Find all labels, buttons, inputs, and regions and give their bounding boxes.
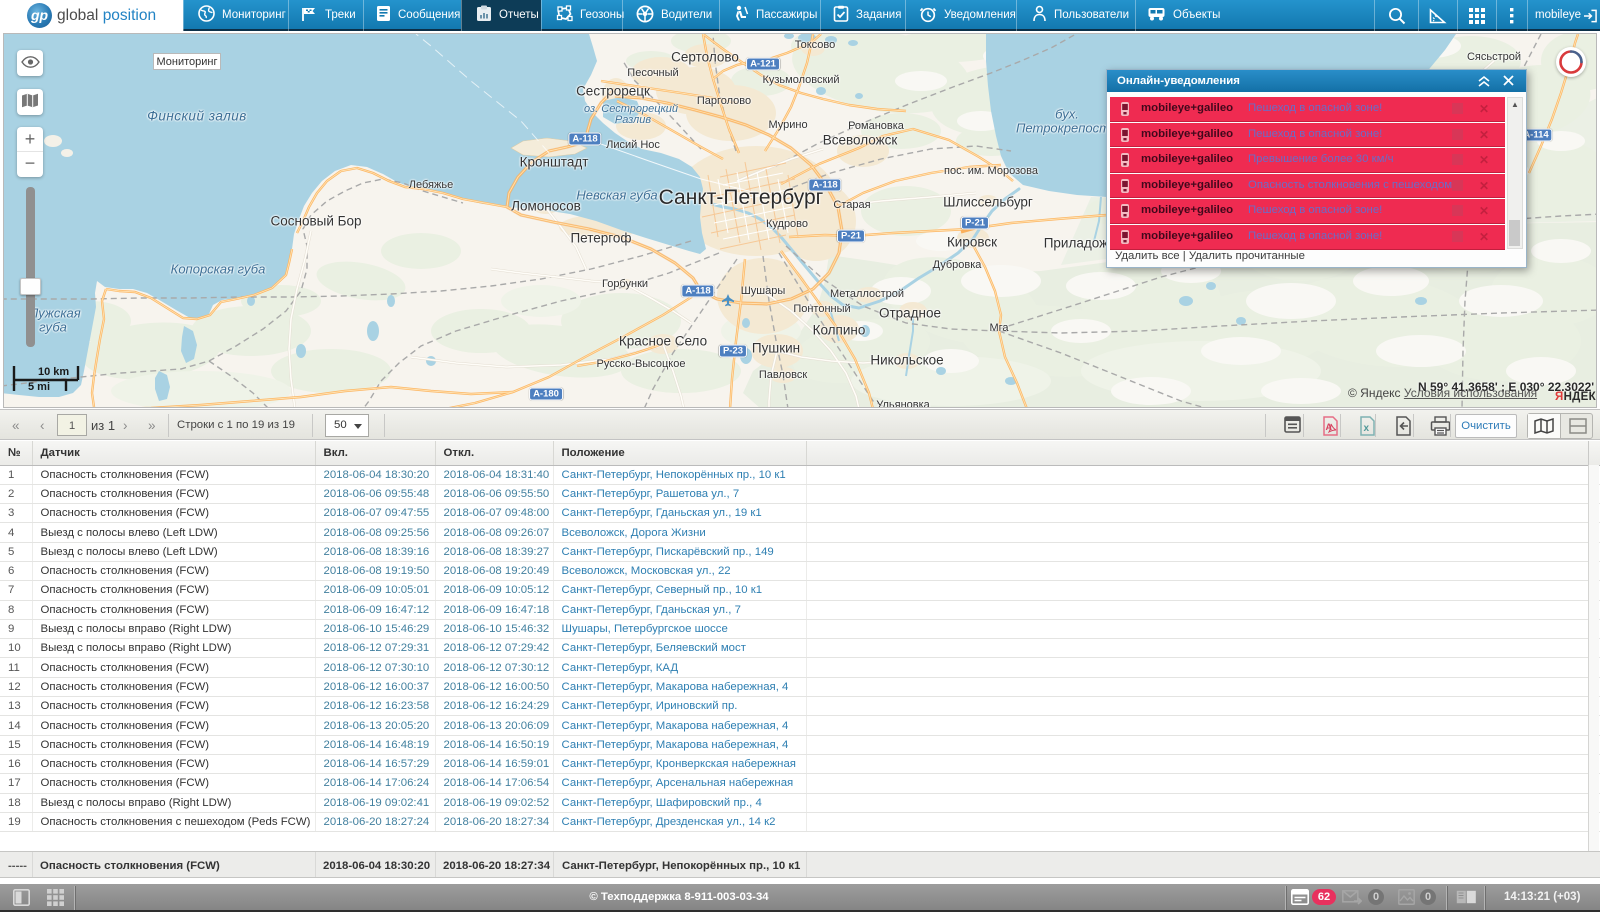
svg-text:x: x: [1364, 423, 1370, 434]
